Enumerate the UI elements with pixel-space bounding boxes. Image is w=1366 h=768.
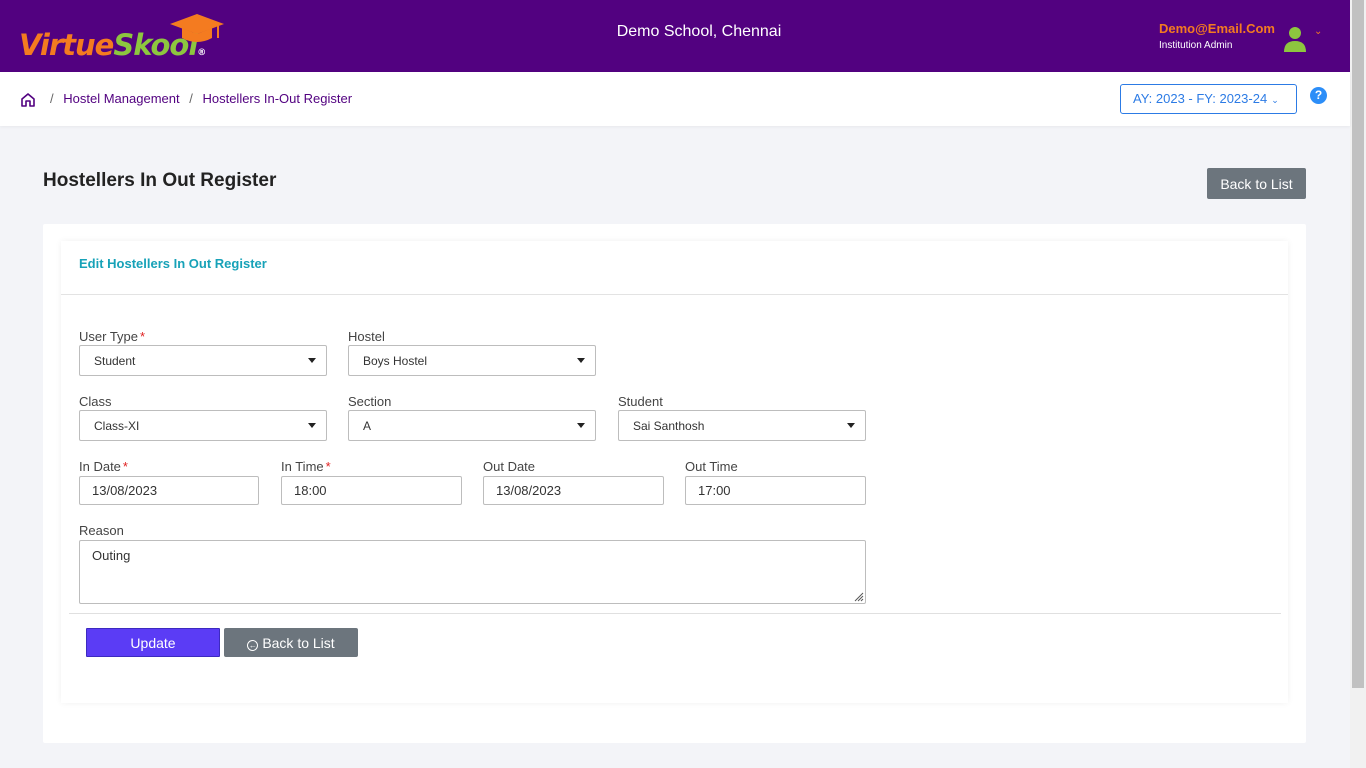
in-date-label: In Date *	[79, 459, 128, 474]
in-date-label-text: In Date	[79, 459, 121, 474]
class-value: Class-XI	[94, 419, 140, 433]
out-date-label: Out Date	[483, 459, 536, 474]
school-name: Demo School, Chennai	[616, 23, 782, 40]
back-to-list-button-bottom[interactable]: ← Back to List	[224, 628, 358, 657]
user-info[interactable]: Demo@Email.Com Institution Admin	[1159, 21, 1275, 51]
user-type-label-text: User Type	[79, 329, 139, 344]
breadcrumb-hostel-management[interactable]: Hostel Management	[63, 91, 179, 106]
hostel-select[interactable]: Boys Hostel	[348, 345, 596, 376]
class-label: Class	[79, 394, 112, 409]
student-value: Sai Santhosh	[633, 419, 705, 433]
reason-value: Outing	[92, 548, 131, 563]
out-date-input[interactable]: 13/08/2023	[483, 476, 664, 505]
chevron-down-icon[interactable]: ⌄	[1314, 26, 1322, 37]
academic-year-select[interactable]: AY: 2023 - FY: 2023-24 ⌄	[1120, 84, 1297, 114]
update-button[interactable]: Update	[86, 628, 220, 657]
hostel-label: Hostel	[348, 329, 385, 344]
breadcrumb-in-out-register[interactable]: Hostellers In-Out Register	[202, 91, 352, 106]
back-to-list-label: Back to List	[262, 634, 335, 651]
logo-registered-mark: ®	[197, 48, 206, 58]
required-marker: *	[325, 459, 331, 474]
hostel-value: Boys Hostel	[363, 354, 428, 368]
student-select[interactable]: Sai Santhosh	[618, 410, 866, 441]
caret-down-icon	[308, 423, 316, 428]
back-arrow-circle-icon: ←	[247, 639, 259, 651]
section-select[interactable]: A	[348, 410, 596, 441]
out-time-label: Out Time	[685, 459, 738, 474]
caret-down-icon	[847, 423, 855, 428]
reason-textarea[interactable]: Outing	[79, 540, 866, 604]
student-label: Student	[618, 394, 663, 409]
user-type-value: Student	[94, 354, 136, 368]
breadcrumb-separator: /	[189, 91, 193, 106]
user-type-select[interactable]: Student	[79, 345, 327, 376]
in-time-label-text: In Time	[281, 459, 324, 474]
required-marker: *	[140, 329, 146, 344]
user-role: Institution Admin	[1159, 40, 1233, 51]
caret-down-icon	[577, 358, 585, 363]
form-header-divider	[61, 294, 1288, 295]
academic-year-value: AY: 2023 - FY: 2023-24	[1133, 91, 1268, 106]
user-type-label: User Type *	[79, 329, 145, 344]
chevron-down-icon: ⌄	[1271, 95, 1279, 105]
section-value: A	[363, 419, 372, 433]
user-avatar-icon[interactable]	[1283, 25, 1307, 53]
caret-down-icon	[577, 423, 585, 428]
resize-grip-icon[interactable]	[852, 590, 864, 602]
logo-virtue: Virtue	[19, 28, 114, 62]
breadcrumb: / Hostel Management / Hostellers In-Out …	[44, 91, 352, 106]
scrollbar-thumb[interactable]	[1352, 0, 1364, 688]
help-icon[interactable]: ?	[1310, 87, 1327, 104]
in-date-input[interactable]: 13/08/2023	[79, 476, 259, 505]
breadcrumb-separator: /	[50, 91, 54, 106]
form-header: Edit Hostellers In Out Register	[79, 256, 267, 271]
top-header: VirtueSkool® Demo School, Chennai Demo@E…	[0, 0, 1350, 72]
back-to-list-button[interactable]: Back to List	[1207, 168, 1306, 199]
out-time-input[interactable]: 17:00	[685, 476, 866, 505]
reason-label: Reason	[79, 523, 124, 538]
graduation-cap-icon	[170, 14, 224, 42]
user-email: Demo@Email.Com	[1159, 21, 1275, 36]
page-title: Hostellers In Out Register	[43, 170, 277, 191]
section-label: Section	[348, 394, 392, 409]
caret-down-icon	[308, 358, 316, 363]
home-icon[interactable]	[20, 92, 36, 108]
in-time-input[interactable]: 18:00	[281, 476, 462, 505]
in-time-label: In Time *	[281, 459, 331, 474]
form-footer-divider	[69, 613, 1281, 614]
class-select[interactable]: Class-XI	[79, 410, 327, 441]
required-marker: *	[122, 459, 128, 474]
